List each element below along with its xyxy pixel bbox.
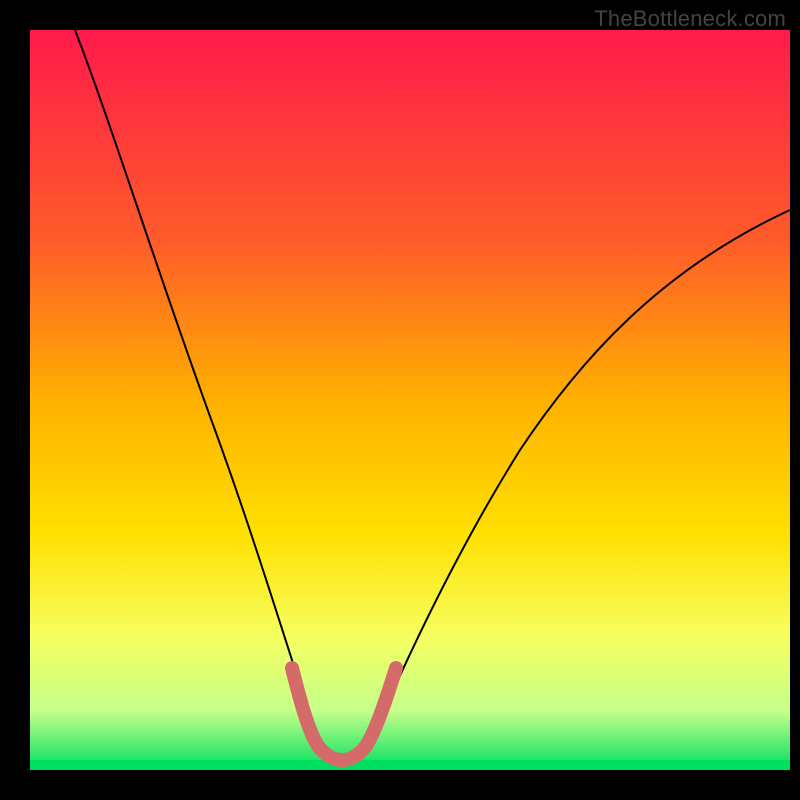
chart-background-gradient: [30, 30, 790, 770]
chart-svg: [0, 0, 800, 800]
ideal-baseline: [30, 760, 790, 770]
watermark-text: TheBottleneck.com: [594, 6, 786, 32]
chart-frame: TheBottleneck.com: [0, 0, 800, 800]
